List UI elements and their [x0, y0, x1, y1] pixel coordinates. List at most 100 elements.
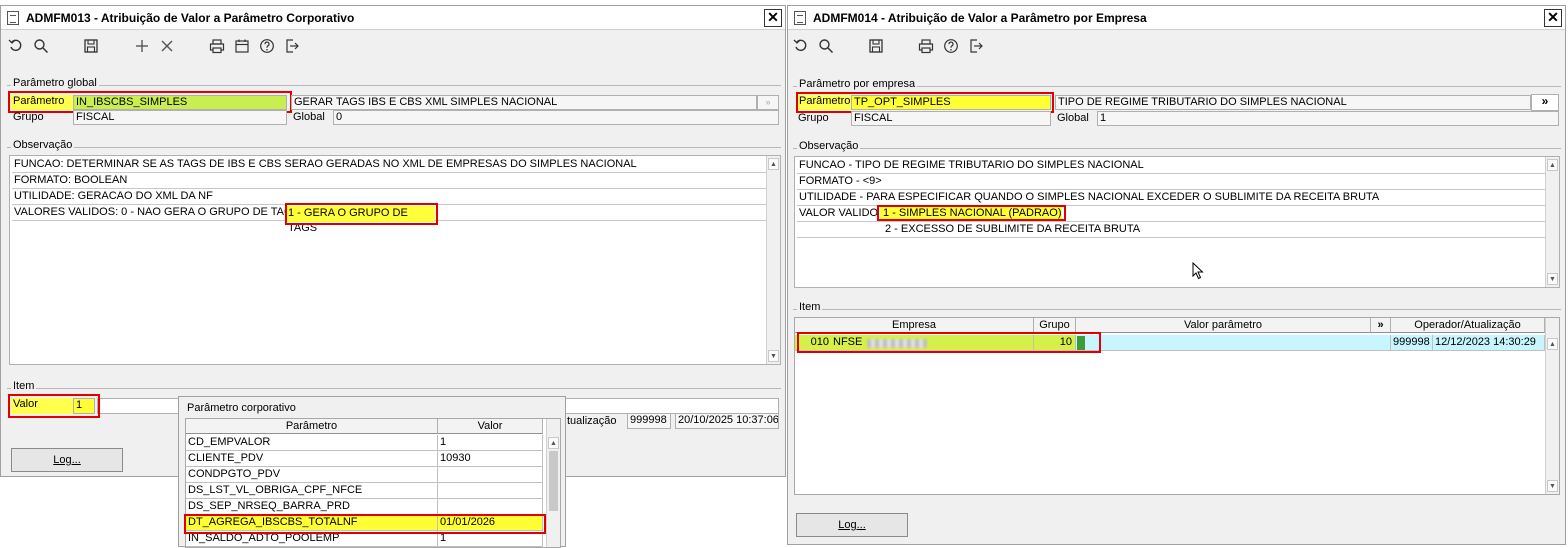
valor-annotation: [8, 394, 100, 418]
left-toolbar: [1, 31, 785, 61]
save-icon[interactable]: [866, 37, 886, 55]
row-valor[interactable]: 1: [1076, 335, 1391, 351]
search-icon[interactable]: [816, 37, 836, 55]
atualizacao-label: tualização: [567, 415, 617, 427]
scroll-up-icon[interactable]: ▲: [1547, 159, 1558, 171]
observacao-line: FORMATO - <9>: [797, 174, 1545, 190]
undo-icon[interactable]: [6, 37, 26, 55]
param-lookup-button[interactable]: »: [757, 95, 779, 110]
item-row-annotation: [797, 332, 1101, 353]
col-header-empresa[interactable]: Empresa: [795, 318, 1034, 333]
popup-scrollbar[interactable]: ▲: [546, 419, 560, 547]
popup-row-annotation: [184, 514, 546, 534]
param-annotation: [796, 92, 1054, 113]
log-button[interactable]: Log...: [11, 448, 123, 472]
right-toolbar: [788, 31, 1565, 61]
row-operador[interactable]: 999998: [1391, 335, 1433, 351]
parametro-corporativo-popup: Parâmetro corporativo Parâmetro Valor CD…: [178, 396, 566, 548]
scroll-down-icon[interactable]: ▼: [1547, 480, 1558, 492]
grupo-field: FISCAL: [851, 111, 1051, 126]
log-button[interactable]: Log...: [796, 513, 908, 537]
mouse-pointer-icon: [1192, 262, 1204, 280]
global-field: 0: [333, 110, 779, 125]
col-header-grupo[interactable]: Grupo: [1034, 318, 1076, 333]
left-window-title: ADMFM013 - Atribuição de Valor a Parâmet…: [26, 11, 355, 25]
popup-row-valor[interactable]: 1: [438, 435, 543, 451]
item-scrollbar[interactable]: ▲ ▼: [1545, 318, 1559, 494]
grupo-field: FISCAL: [73, 110, 287, 125]
delete-icon[interactable]: [157, 37, 177, 55]
row-atualizacao[interactable]: 12/12/2023 14:30:29: [1433, 335, 1545, 351]
popup-title: Parâmetro corporativo: [187, 402, 296, 414]
popup-row-param[interactable]: CONDPGTO_PDV: [186, 467, 438, 483]
popup-row-valor[interactable]: [438, 499, 543, 515]
global-field: 1: [1097, 111, 1559, 126]
popup-row-valor[interactable]: 10930: [438, 451, 543, 467]
scroll-thumb[interactable]: [549, 451, 558, 511]
group-title: Parâmetro global: [11, 77, 99, 89]
grupo-label: Grupo: [798, 112, 829, 124]
popup-row-param[interactable]: CLIENTE_PDV: [186, 451, 438, 467]
scroll-down-icon[interactable]: ▼: [768, 350, 779, 362]
grupo-label: Grupo: [13, 111, 44, 123]
right-window-title: ADMFM014 - Atribuição de Valor a Parâmet…: [813, 11, 1147, 25]
col-header-expand[interactable]: »: [1371, 318, 1391, 333]
search-icon[interactable]: [31, 37, 51, 55]
group-title: Parâmetro por empresa: [797, 78, 918, 90]
right-window: ADMFM014 - Atribuição de Valor a Parâmet…: [787, 5, 1566, 545]
calendar-icon[interactable]: [232, 37, 252, 55]
col-header-operador[interactable]: Operador/Atualização: [1391, 318, 1545, 333]
group-title: Item: [11, 380, 37, 392]
popup-row-valor[interactable]: [438, 483, 543, 499]
observacao-memo[interactable]: FUNCAO: DETERMINAR SE AS TAGS DE IBS E C…: [9, 155, 781, 365]
col-header-valor[interactable]: Valor: [438, 419, 543, 434]
exit-icon[interactable]: [966, 37, 986, 55]
scroll-up-icon[interactable]: ▲: [768, 158, 779, 170]
global-label: Global: [1057, 112, 1089, 124]
group-title: Observação: [797, 140, 861, 152]
observacao-line: 2 - EXCESSO DE SUBLIMITE DA RECEITA BRUT…: [797, 222, 1545, 238]
observacao-memo[interactable]: FUNCAO - TIPO DE REGIME TRIBUTARIO DO SI…: [794, 156, 1560, 288]
close-button[interactable]: ✕: [1544, 9, 1562, 27]
observacao-line: FUNCAO: DETERMINAR SE AS TAGS DE IBS E C…: [12, 157, 766, 173]
log-button-label: Log...: [53, 454, 81, 466]
close-button[interactable]: ✕: [764, 9, 782, 27]
observacao-scrollbar[interactable]: ▲ ▼: [1545, 157, 1559, 287]
popup-row-valor[interactable]: [438, 467, 543, 483]
operador-field: 999998: [627, 413, 671, 429]
observacao-line: FUNCAO - TIPO DE REGIME TRIBUTARIO DO SI…: [797, 158, 1545, 174]
observacao-annotation: [285, 203, 438, 225]
popup-row-param[interactable]: CD_EMPVALOR: [186, 435, 438, 451]
scroll-up-icon[interactable]: ▲: [548, 437, 559, 449]
undo-icon[interactable]: [791, 37, 811, 55]
left-titlebar: ADMFM013 - Atribuição de Valor a Parâmet…: [1, 6, 785, 30]
document-icon: [794, 11, 806, 25]
observacao-line: UTILIDADE - PARA ESPECIFICAR QUANDO O SI…: [797, 190, 1545, 206]
param-expand-button[interactable]: »: [1531, 94, 1559, 111]
col-header-valor[interactable]: Valor parâmetro: [1076, 318, 1371, 333]
observacao-annotation: [877, 205, 1066, 221]
atualizacao-field: 20/10/2025 10:37:06: [675, 413, 779, 429]
popup-row-param[interactable]: DS_SEP_NRSEQ_BARRA_PRD: [186, 499, 438, 515]
col-header-parametro[interactable]: Parâmetro: [186, 419, 438, 434]
help-icon[interactable]: [941, 37, 961, 55]
print-icon[interactable]: [207, 37, 227, 55]
add-icon[interactable]: [132, 37, 152, 55]
group-title: Item: [797, 301, 823, 313]
param-description: GERAR TAGS IBS E CBS XML SIMPLES NACIONA…: [291, 95, 757, 110]
right-titlebar: ADMFM014 - Atribuição de Valor a Parâmet…: [788, 6, 1565, 30]
document-icon: [7, 11, 19, 25]
scroll-up-icon[interactable]: ▲: [1547, 338, 1558, 350]
save-icon[interactable]: [81, 37, 101, 55]
scroll-down-icon[interactable]: ▼: [1547, 273, 1558, 285]
help-icon[interactable]: [257, 37, 277, 55]
param-description: TIPO DE REGIME TRIBUTARIO DO SIMPLES NAC…: [1055, 95, 1531, 110]
exit-icon[interactable]: [282, 37, 302, 55]
group-title: Observação: [11, 139, 75, 151]
print-icon[interactable]: [916, 37, 936, 55]
observacao-line: FORMATO: BOOLEAN: [12, 173, 766, 189]
log-button-label: Log...: [838, 519, 866, 531]
global-label: Global: [293, 111, 325, 123]
observacao-scrollbar[interactable]: ▲ ▼: [766, 156, 780, 364]
popup-row-param[interactable]: DS_LST_VL_OBRIGA_CPF_NFCE: [186, 483, 438, 499]
